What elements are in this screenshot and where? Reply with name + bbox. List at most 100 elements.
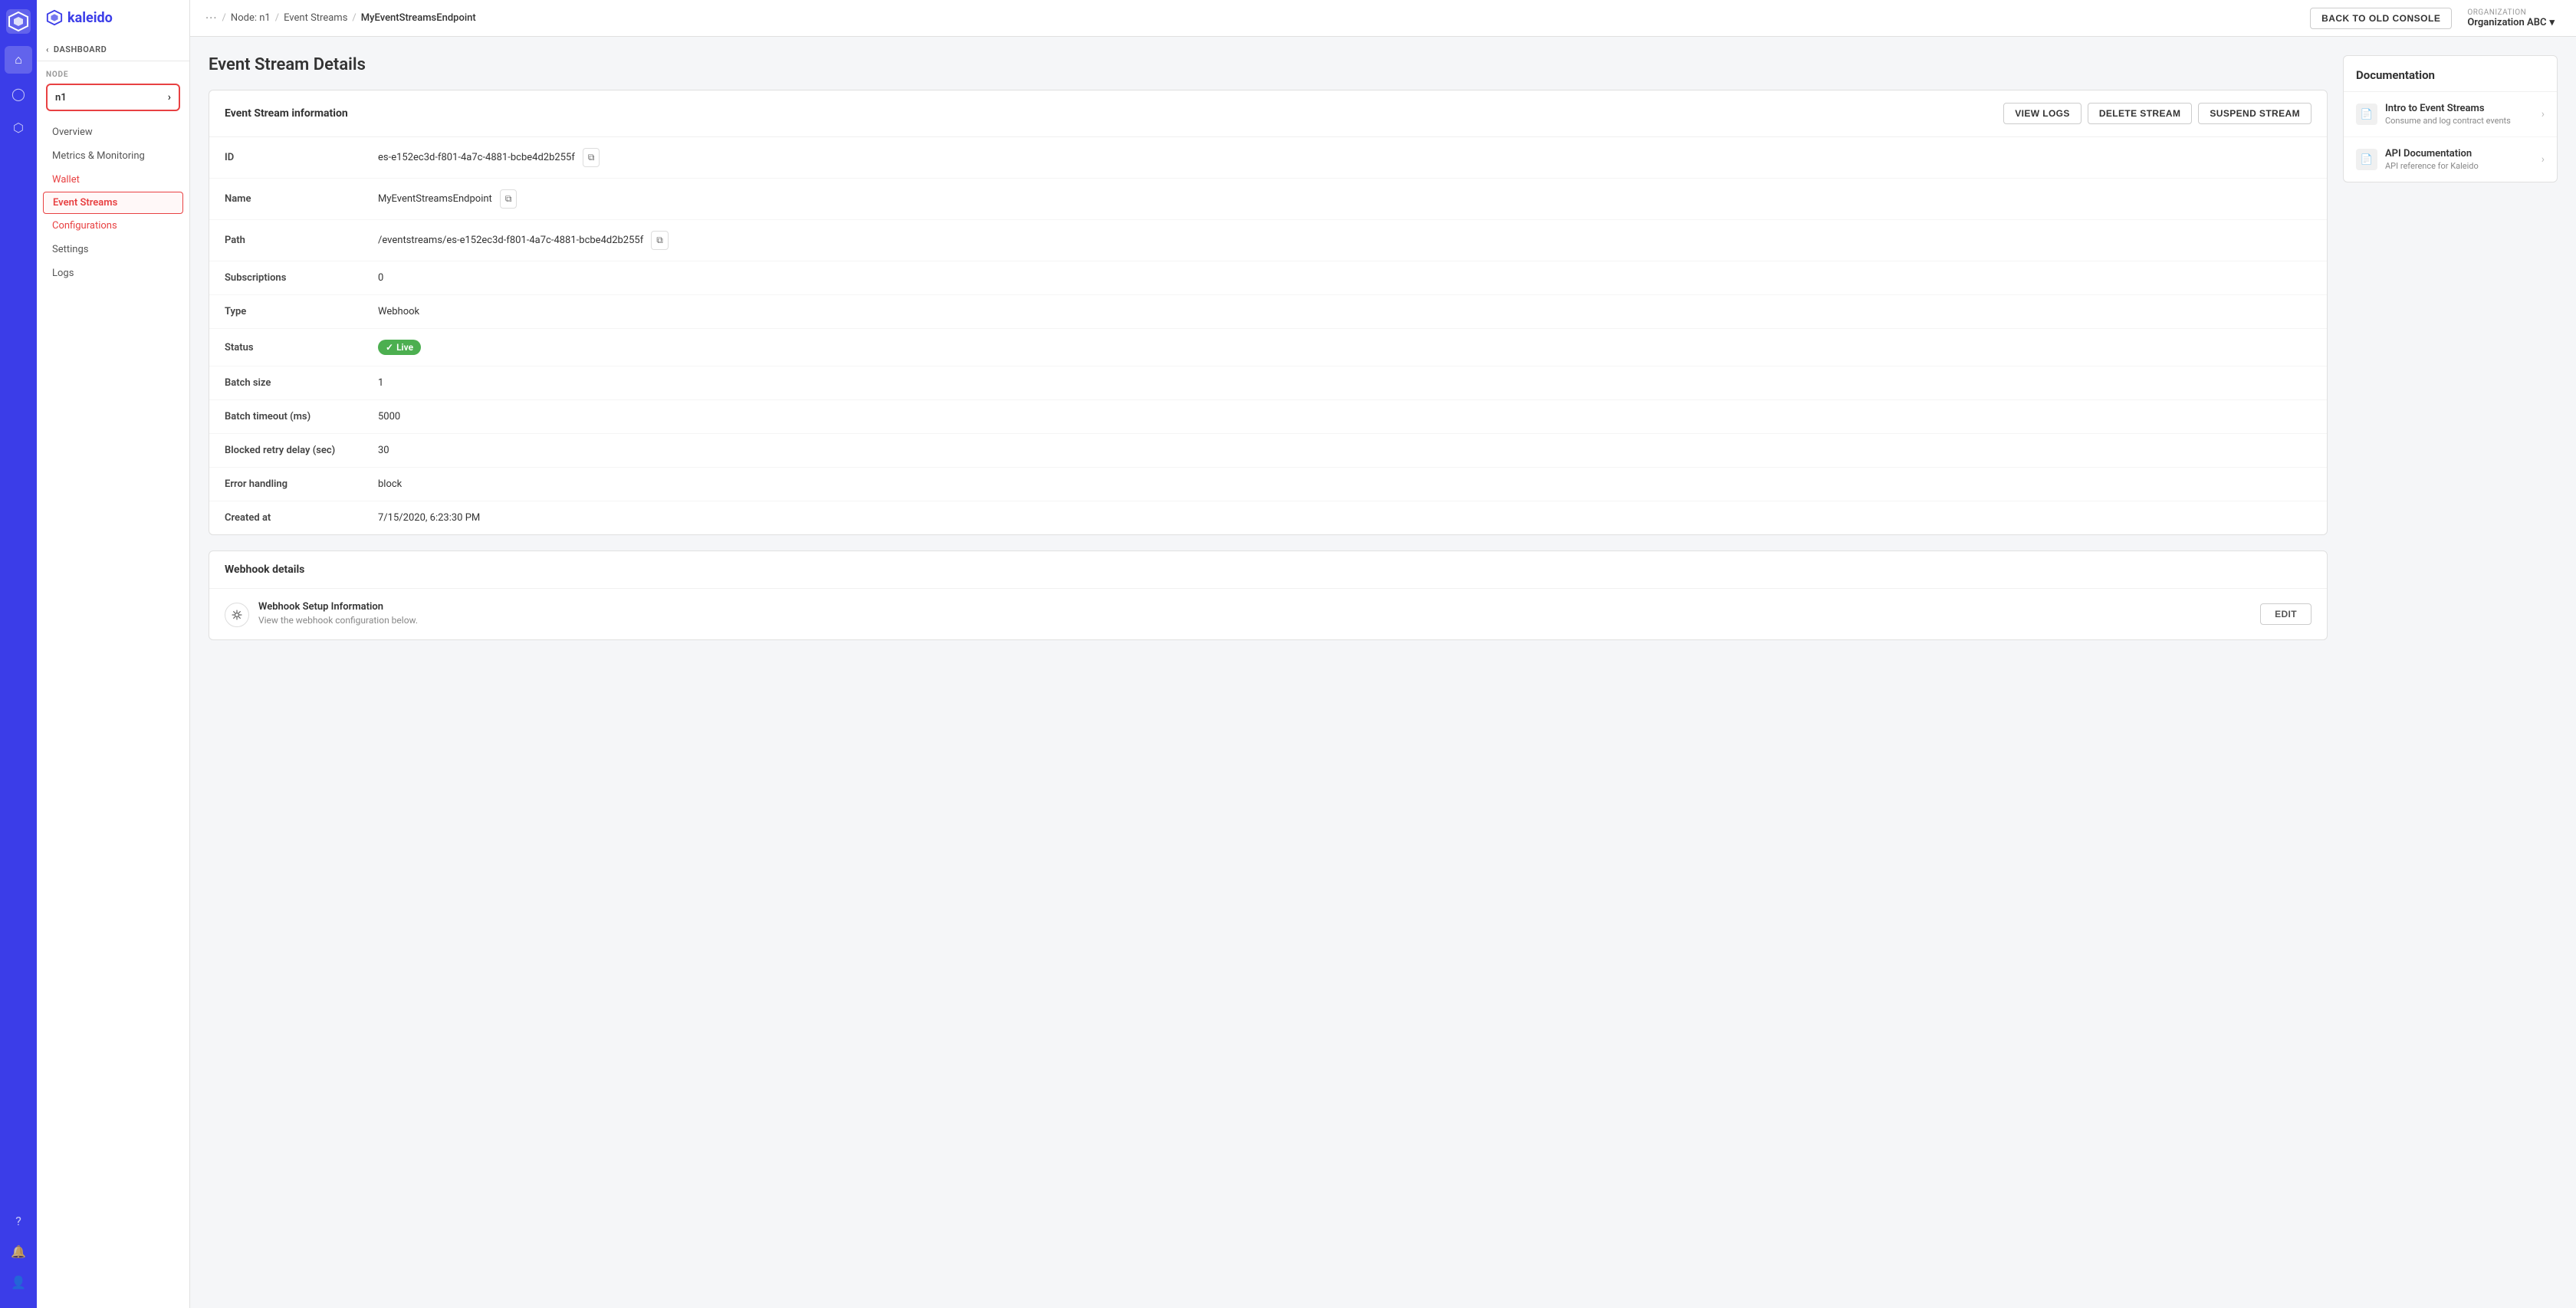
sidebar-nav: Overview Metrics & Monitoring Wallet Eve… <box>37 117 189 288</box>
sidebar-item-wallet[interactable]: Wallet <box>37 168 189 192</box>
field-status-label: Status <box>225 342 378 353</box>
icon-rail: ⌂ ◯ ⬡ ? 🔔 👤 <box>0 0 37 1308</box>
webhook-setup-title: Webhook Setup Information <box>258 601 418 613</box>
node-section-label: NODE <box>46 71 180 79</box>
rail-question-icon[interactable]: ? <box>5 1207 32 1234</box>
doc-intro-icon: 📄 <box>2356 104 2377 125</box>
field-created-at-label: Created at <box>225 512 378 524</box>
rail-globe-icon[interactable]: ◯ <box>5 80 32 107</box>
field-path-value: /eventstreams/es-e152ec3d-f801-4a7c-4881… <box>378 231 2312 250</box>
doc-api-title: API Documentation <box>2385 148 2534 159</box>
field-error-handling-value: block <box>378 478 2312 490</box>
org-chevron-down-icon: ▾ <box>2549 17 2555 28</box>
node-selector[interactable]: n1 › <box>46 84 180 111</box>
sidebar-item-metrics[interactable]: Metrics & Monitoring <box>37 144 189 168</box>
webhook-edit-btn[interactable]: EDIT <box>2260 603 2312 625</box>
doc-item-api[interactable]: 📄 API Documentation API reference for Ka… <box>2344 137 2557 182</box>
field-name-row: Name MyEventStreamsEndpoint ⧉ <box>209 179 2327 220</box>
field-retry-delay-label: Blocked retry delay (sec) <box>225 445 378 456</box>
copy-id-btn[interactable]: ⧉ <box>583 148 600 167</box>
doc-api-sub: API reference for Kaleido <box>2385 161 2534 171</box>
back-old-console-btn[interactable]: BACK TO OLD CONSOLE <box>2310 8 2452 29</box>
stream-info-title: Event Stream information <box>225 107 348 120</box>
doc-intro-text: Intro to Event Streams Consume and log c… <box>2385 103 2534 126</box>
view-logs-btn[interactable]: VIEW LOGS <box>2003 103 2082 124</box>
kaleido-logo-icon[interactable] <box>6 9 31 34</box>
doc-item-intro[interactable]: 📄 Intro to Event Streams Consume and log… <box>2344 92 2557 137</box>
sidebar: kaleido ‹ DASHBOARD NODE n1 › Overview M… <box>37 0 190 1308</box>
field-created-at-row: Created at 7/15/2020, 6:23:30 PM <box>209 501 2327 534</box>
status-check-icon: ✓ <box>386 342 393 353</box>
stream-info-header: Event Stream information VIEW LOGS DELET… <box>209 90 2327 137</box>
org-name: Organization ABC ▾ <box>2467 17 2555 28</box>
field-error-handling-label: Error handling <box>225 478 378 490</box>
stream-info-card: Event Stream information VIEW LOGS DELET… <box>209 90 2328 535</box>
node-chevron-icon: › <box>168 91 171 104</box>
field-retry-delay-row: Blocked retry delay (sec) 30 <box>209 434 2327 468</box>
sidebar-header: ‹ DASHBOARD <box>37 32 189 61</box>
field-path-label: Path <box>225 235 378 246</box>
webhook-card-title: Webhook details <box>225 564 304 576</box>
field-path-row: Path /eventstreams/es-e152ec3d-f801-4a7c… <box>209 220 2327 261</box>
field-id-value: es-e152ec3d-f801-4a7c-4881-bcbe4d2b255f … <box>378 148 2312 167</box>
field-subscriptions-row: Subscriptions 0 <box>209 261 2327 295</box>
field-created-at-value: 7/15/2020, 6:23:30 PM <box>378 512 2312 524</box>
rail-network-icon[interactable]: ⬡ <box>5 113 32 141</box>
field-batch-size-label: Batch size <box>225 377 378 389</box>
sidebar-item-configurations[interactable]: Configurations <box>37 214 189 238</box>
breadcrumb-node[interactable]: Node: n1 <box>231 12 271 24</box>
back-dashboard-btn[interactable]: ‹ DASHBOARD <box>46 44 180 54</box>
field-name-value: MyEventStreamsEndpoint ⧉ <box>378 189 2312 209</box>
field-id-row: ID es-e152ec3d-f801-4a7c-4881-bcbe4d2b25… <box>209 137 2327 179</box>
main-content: ··· / Node: n1 / Event Streams / MyEvent… <box>190 0 2576 1308</box>
doc-api-text: API Documentation API reference for Kale… <box>2385 148 2534 171</box>
webhook-setup-row: Webhook Setup Information View the webho… <box>209 589 2327 639</box>
sidebar-item-settings[interactable]: Settings <box>37 238 189 261</box>
sidebar-item-logs[interactable]: Logs <box>37 261 189 285</box>
breadcrumb-event-streams[interactable]: Event Streams <box>284 12 347 24</box>
field-type-value: Webhook <box>378 306 2312 317</box>
suspend-stream-btn[interactable]: SUSPEND STREAM <box>2198 103 2312 124</box>
main-panel: Event Stream Details Event Stream inform… <box>209 55 2328 1290</box>
topbar: ··· / Node: n1 / Event Streams / MyEvent… <box>190 0 2576 37</box>
content-area: Event Stream Details Event Stream inform… <box>190 37 2576 1308</box>
breadcrumb: ··· / Node: n1 / Event Streams / MyEvent… <box>205 11 476 25</box>
node-name: n1 <box>55 92 67 104</box>
status-badge: ✓ Live <box>378 340 421 355</box>
stream-info-actions: VIEW LOGS DELETE STREAM SUSPEND STREAM <box>2003 103 2312 124</box>
field-status-row: Status ✓ Live <box>209 329 2327 366</box>
rail-home-icon[interactable]: ⌂ <box>5 46 32 74</box>
sidebar-item-event-streams[interactable]: Event Streams <box>43 192 183 214</box>
field-id-label: ID <box>225 152 378 163</box>
rail-user-icon[interactable]: 👤 <box>5 1268 32 1296</box>
topbar-right: BACK TO OLD CONSOLE ORGANIZATION Organiz… <box>2310 5 2561 31</box>
doc-api-icon: 📄 <box>2356 149 2377 170</box>
field-name-label: Name <box>225 193 378 205</box>
doc-api-chevron-icon: › <box>2542 153 2545 166</box>
doc-intro-chevron-icon: › <box>2542 108 2545 120</box>
field-type-row: Type Webhook <box>209 295 2327 329</box>
logo-text: kaleido <box>67 10 113 26</box>
node-section: NODE n1 › <box>37 61 189 117</box>
right-panel: Documentation 📄 Intro to Event Streams C… <box>2343 55 2558 1290</box>
field-type-label: Type <box>225 306 378 317</box>
webhook-text: Webhook Setup Information View the webho… <box>258 601 418 626</box>
back-arrow-icon: ‹ <box>46 44 49 54</box>
doc-intro-sub: Consume and log contract events <box>2385 116 2534 126</box>
page-title: Event Stream Details <box>209 55 2328 74</box>
field-subscriptions-label: Subscriptions <box>225 272 378 284</box>
org-label: ORGANIZATION <box>2467 8 2555 17</box>
doc-intro-title: Intro to Event Streams <box>2385 103 2534 114</box>
documentation-card: Documentation 📄 Intro to Event Streams C… <box>2343 55 2558 182</box>
org-selector[interactable]: ORGANIZATION Organization ABC ▾ <box>2461 5 2561 31</box>
field-error-handling-row: Error handling block <box>209 468 2327 501</box>
webhook-setup-sub: View the webhook configuration below. <box>258 615 418 626</box>
delete-stream-btn[interactable]: DELETE STREAM <box>2088 103 2193 124</box>
copy-path-btn[interactable]: ⧉ <box>651 231 669 250</box>
field-batch-size-row: Batch size 1 <box>209 366 2327 400</box>
field-status-value: ✓ Live <box>378 340 2312 355</box>
sidebar-logo: kaleido <box>37 0 189 32</box>
sidebar-item-overview[interactable]: Overview <box>37 120 189 144</box>
copy-name-btn[interactable]: ⧉ <box>500 189 518 209</box>
rail-bell-icon[interactable]: 🔔 <box>5 1237 32 1265</box>
